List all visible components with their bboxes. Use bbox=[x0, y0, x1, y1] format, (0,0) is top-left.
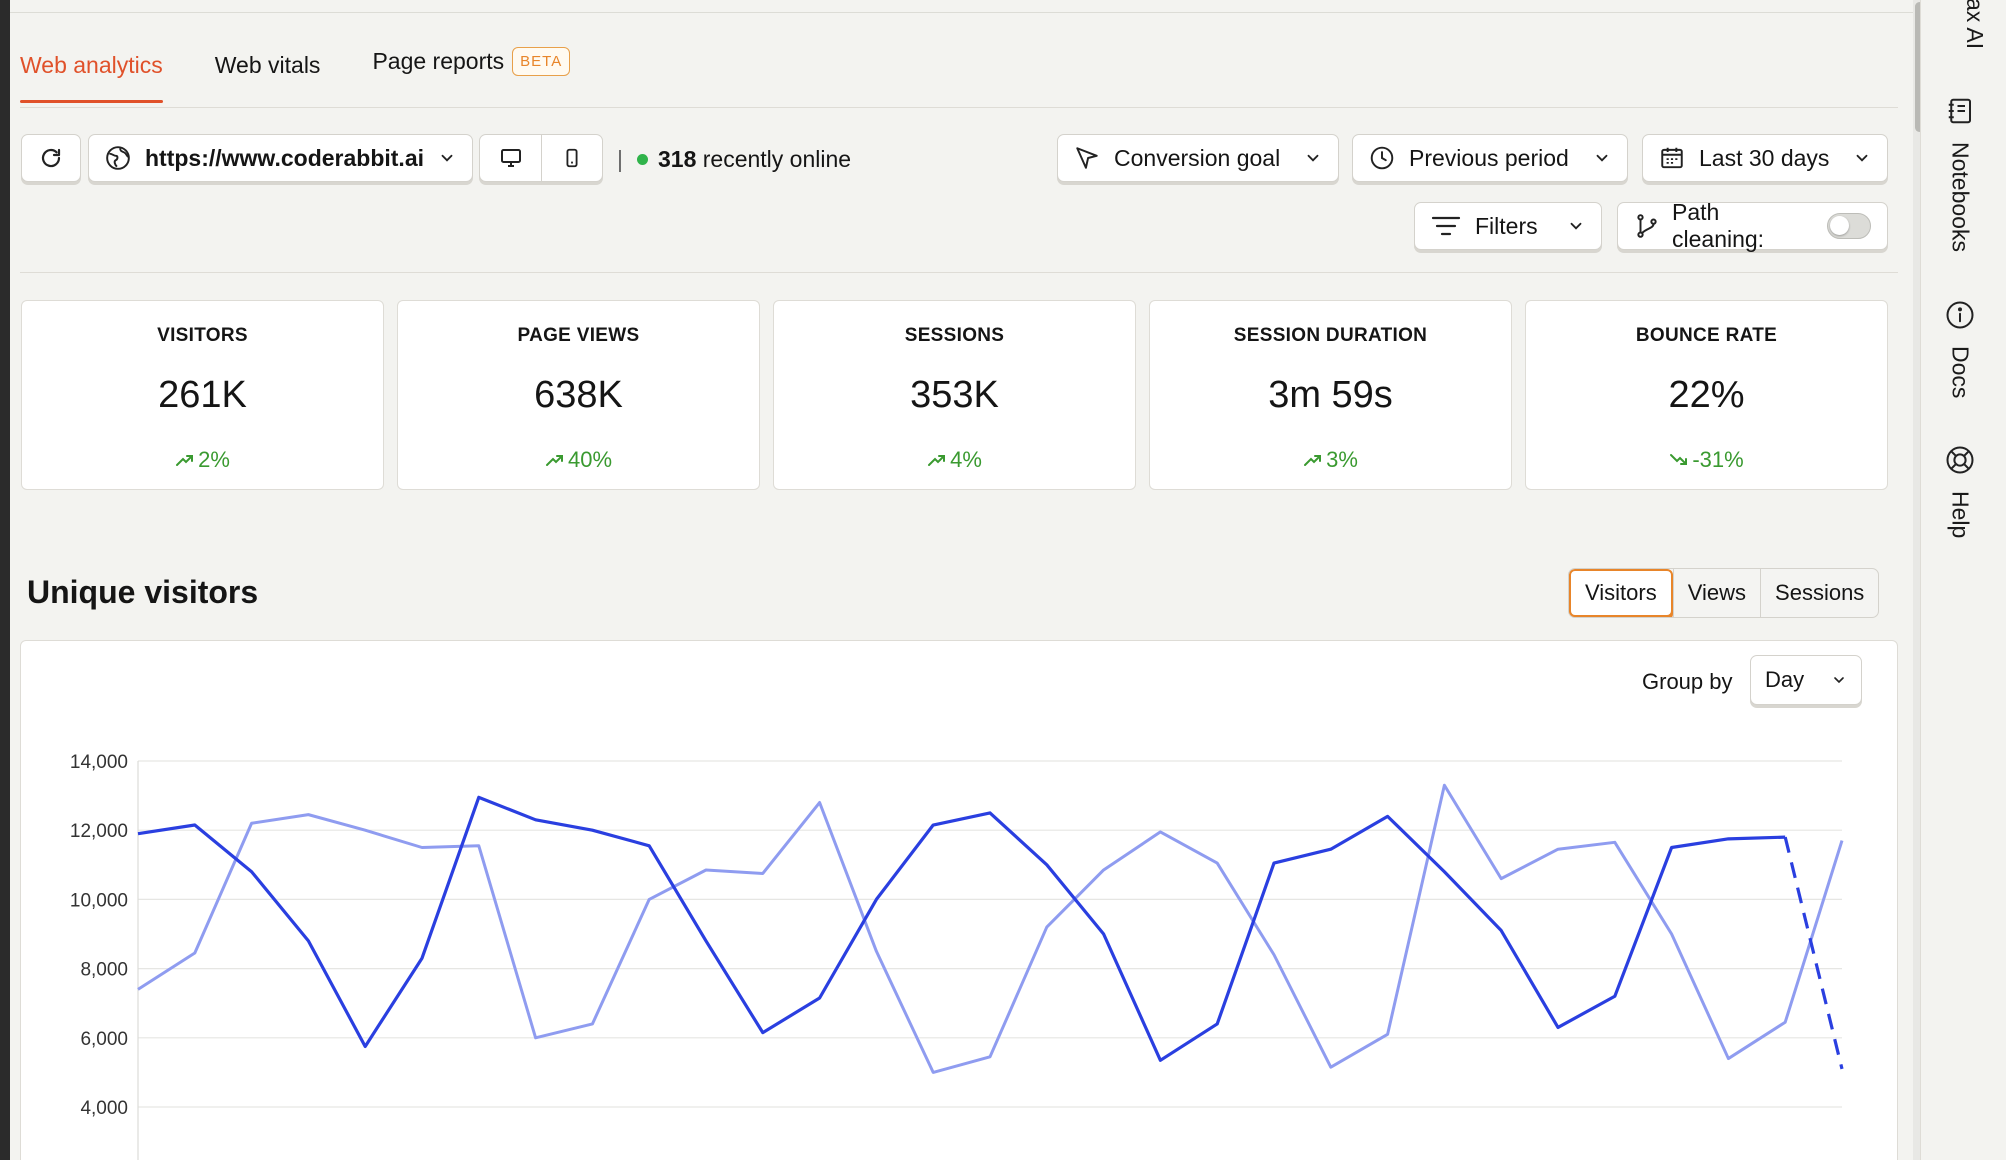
sidebar-item-docs[interactable]: Docs bbox=[1945, 300, 1975, 398]
y-tick-label: 6,000 bbox=[80, 1029, 128, 1050]
sidebar-item-notebooks[interactable]: Notebooks bbox=[1945, 96, 1975, 252]
series-previous-line bbox=[137, 783, 1844, 1074]
y-tick-label: 14,000 bbox=[70, 752, 128, 773]
info-icon bbox=[1946, 301, 1974, 329]
sidebar-item-ai[interactable]: ax AI bbox=[1961, 0, 1988, 49]
right-sidebar: ax AI Notebooks Docs Help bbox=[1920, 0, 2006, 1160]
y-tick-label: 12,000 bbox=[70, 821, 128, 842]
app-window: Web analytics Web vitals Page reports BE… bbox=[10, 0, 2006, 1160]
sidebar-item-label: Docs bbox=[1947, 346, 1974, 399]
lifebuoy-icon bbox=[1946, 446, 1974, 474]
y-tick-label: 8,000 bbox=[80, 960, 128, 981]
sidebar-item-label: Help bbox=[1947, 491, 1974, 539]
sidebar-item-label: ax AI bbox=[1962, 0, 1988, 50]
main-content: Web analytics Web vitals Page reports BE… bbox=[10, 0, 1920, 1160]
visitors-line-chart: 14,000 12,000 10,000 8,000 6,000 4,000 bbox=[70, 752, 1844, 1160]
sidebar-item-help[interactable]: Help bbox=[1945, 445, 1975, 538]
y-tick-label: 10,000 bbox=[70, 890, 128, 911]
sidebar-item-label: Notebooks bbox=[1947, 142, 1974, 252]
y-tick-label: 4,000 bbox=[80, 1098, 128, 1119]
notebook-icon bbox=[1948, 98, 1971, 124]
